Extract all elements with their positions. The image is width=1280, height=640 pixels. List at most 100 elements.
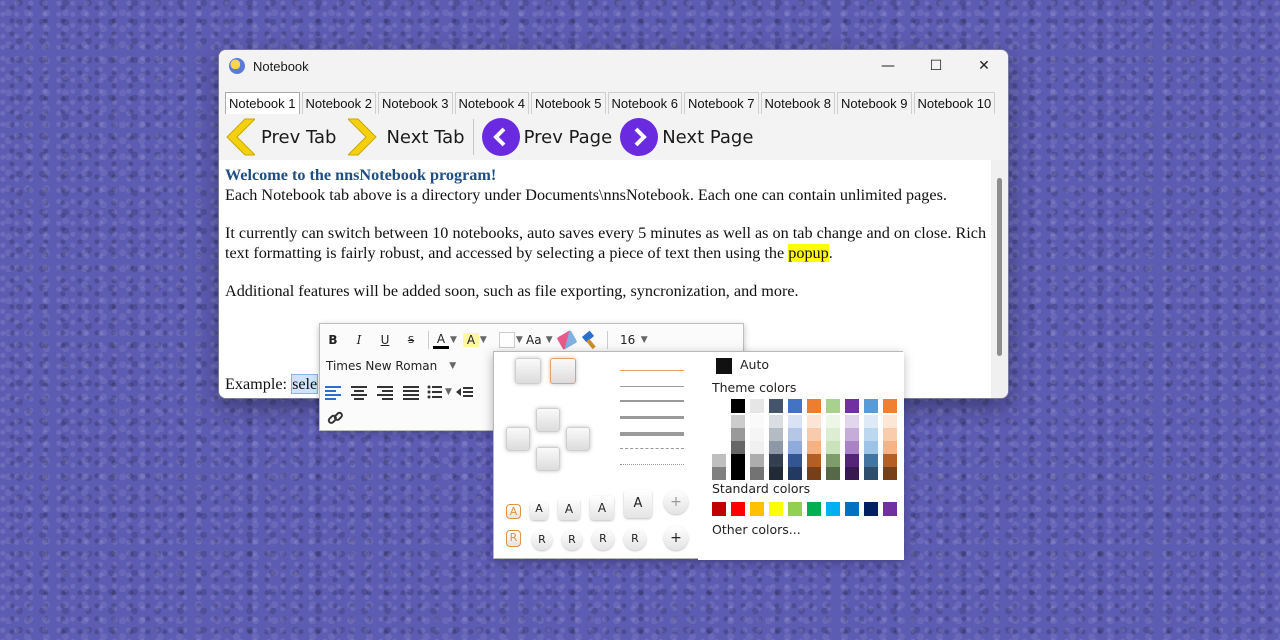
- standard-color-swatch[interactable]: [826, 502, 840, 516]
- underline-button[interactable]: U: [372, 333, 398, 347]
- theme-color-swatch[interactable]: [712, 467, 726, 480]
- theme-color-swatch[interactable]: [712, 454, 726, 467]
- theme-color-swatch[interactable]: [807, 441, 821, 454]
- format-painter-icon[interactable]: [581, 330, 599, 350]
- theme-color-swatch[interactable]: [883, 467, 897, 480]
- theme-color-swatch[interactable]: [788, 441, 802, 454]
- theme-color-swatch[interactable]: [845, 467, 859, 480]
- theme-color-swatch[interactable]: [807, 415, 821, 428]
- next-page-button[interactable]: Next Page: [620, 116, 753, 158]
- text-style-a-3[interactable]: A: [590, 496, 614, 520]
- tab-notebook-2[interactable]: Notebook 2: [301, 92, 376, 114]
- font-family-dropdown-icon[interactable]: ▼: [449, 361, 456, 371]
- theme-color-swatch[interactable]: [845, 441, 859, 454]
- theme-color-swatch[interactable]: [807, 399, 821, 413]
- border-left-option[interactable]: [506, 427, 530, 451]
- theme-color-swatch[interactable]: [750, 441, 764, 454]
- text-style-a-1[interactable]: A: [530, 502, 548, 520]
- theme-color-swatch[interactable]: [864, 399, 878, 413]
- theme-color-swatch[interactable]: [750, 415, 764, 428]
- theme-color-swatch[interactable]: [826, 415, 840, 428]
- theme-color-swatch[interactable]: [883, 441, 897, 454]
- standard-color-swatch[interactable]: [883, 502, 897, 516]
- style-swatch-orange[interactable]: [550, 358, 576, 384]
- tab-notebook-9[interactable]: Notebook 9: [837, 92, 912, 114]
- font-size-select[interactable]: 16: [616, 333, 640, 347]
- theme-color-swatch[interactable]: [712, 441, 726, 454]
- line-style-dotted[interactable]: [620, 464, 684, 465]
- theme-color-swatch[interactable]: [769, 467, 783, 480]
- theme-color-swatch[interactable]: [769, 428, 783, 441]
- border-right-option[interactable]: [566, 427, 590, 451]
- theme-color-swatch[interactable]: [864, 454, 878, 467]
- theme-color-swatch[interactable]: [750, 428, 764, 441]
- tab-notebook-6[interactable]: Notebook 6: [607, 92, 682, 114]
- shading-button[interactable]: [498, 332, 515, 348]
- bold-button[interactable]: B: [320, 333, 346, 347]
- tab-notebook-8[interactable]: Notebook 8: [760, 92, 835, 114]
- tab-notebook-5[interactable]: Notebook 5: [531, 92, 606, 114]
- theme-color-swatch[interactable]: [731, 399, 745, 413]
- shading-dropdown-icon[interactable]: ▼: [516, 335, 523, 345]
- rounded-style-2[interactable]: R: [562, 530, 582, 550]
- theme-color-swatch[interactable]: [788, 454, 802, 467]
- bullet-dropdown-icon[interactable]: ▼: [445, 387, 452, 397]
- theme-color-swatch[interactable]: [712, 428, 726, 441]
- line-style-4[interactable]: [620, 432, 684, 436]
- theme-color-swatch[interactable]: [883, 428, 897, 441]
- theme-color-swatch[interactable]: [864, 428, 878, 441]
- standard-color-swatch[interactable]: [788, 502, 802, 516]
- theme-color-swatch[interactable]: [769, 441, 783, 454]
- tab-notebook-4[interactable]: Notebook 4: [454, 92, 529, 114]
- text-style-a-2[interactable]: A: [558, 498, 580, 520]
- rounded-style-4[interactable]: R: [624, 528, 646, 550]
- line-style-thin[interactable]: [620, 386, 684, 387]
- theme-color-swatch[interactable]: [750, 399, 764, 413]
- rounded-style-selected[interactable]: R: [506, 530, 521, 547]
- bullet-list-icon[interactable]: [424, 384, 444, 400]
- tab-notebook-7[interactable]: Notebook 7: [684, 92, 759, 114]
- theme-color-swatch[interactable]: [712, 415, 726, 428]
- style-swatch-plain[interactable]: [515, 358, 541, 384]
- theme-color-swatch[interactable]: [845, 415, 859, 428]
- standard-color-swatch[interactable]: [807, 502, 821, 516]
- theme-color-swatch[interactable]: [883, 415, 897, 428]
- prev-page-button[interactable]: Prev Page: [481, 116, 612, 158]
- highlight-color-button[interactable]: A: [462, 333, 479, 347]
- theme-color-swatch[interactable]: [769, 415, 783, 428]
- other-colors-link[interactable]: Other colors...: [712, 522, 801, 537]
- theme-color-swatch[interactable]: [883, 399, 897, 413]
- link-icon[interactable]: [326, 409, 344, 427]
- theme-color-swatch[interactable]: [807, 454, 821, 467]
- theme-color-swatch[interactable]: [769, 399, 783, 413]
- standard-color-swatch[interactable]: [845, 502, 859, 516]
- align-left-icon[interactable]: [320, 384, 346, 400]
- scrollbar-thumb[interactable]: [997, 178, 1002, 356]
- theme-color-swatch[interactable]: [750, 454, 764, 467]
- standard-color-swatch[interactable]: [712, 502, 726, 516]
- line-style-orange[interactable]: [620, 370, 684, 371]
- tab-notebook-10[interactable]: Notebook 10: [913, 92, 996, 114]
- theme-color-swatch[interactable]: [788, 399, 802, 413]
- rounded-style-1[interactable]: R: [532, 530, 552, 550]
- vertical-scrollbar[interactable]: [991, 160, 1008, 398]
- change-case-button[interactable]: Aa: [523, 333, 545, 347]
- tab-notebook-1[interactable]: Notebook 1: [225, 92, 300, 114]
- eraser-icon[interactable]: [556, 329, 578, 351]
- theme-color-swatch[interactable]: [712, 399, 726, 413]
- next-tab-button[interactable]: Next Tab: [348, 116, 465, 158]
- border-bottom-option[interactable]: [536, 447, 560, 471]
- line-style-2[interactable]: [620, 400, 684, 402]
- align-center-icon[interactable]: [346, 384, 372, 400]
- text-style-a-4[interactable]: A: [624, 490, 652, 518]
- theme-color-swatch[interactable]: [807, 428, 821, 441]
- theme-color-swatch[interactable]: [845, 428, 859, 441]
- theme-color-swatch[interactable]: [731, 454, 745, 467]
- theme-color-swatch[interactable]: [731, 428, 745, 441]
- add-text-style-button[interactable]: +: [664, 490, 688, 514]
- maximize-button[interactable]: ☐: [912, 50, 960, 82]
- theme-color-swatch[interactable]: [826, 441, 840, 454]
- case-dropdown-icon[interactable]: ▼: [546, 335, 553, 345]
- italic-button[interactable]: I: [346, 333, 372, 347]
- add-rounded-style-button[interactable]: +: [664, 526, 688, 550]
